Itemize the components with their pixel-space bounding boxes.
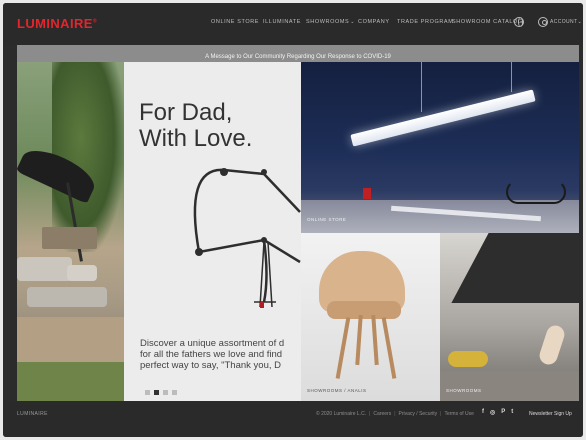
nav-company[interactable]: COMPANY (358, 19, 390, 25)
chair-leg (371, 314, 379, 366)
luminaire-logo[interactable]: LUMINAIRE® (17, 16, 97, 31)
patio-photo[interactable] (17, 62, 124, 401)
staircase-shape (451, 233, 579, 303)
logo-registered-mark: ® (92, 18, 97, 25)
chair-seat-shape (327, 301, 401, 319)
footer-legal: © 2020 Luminaire L.C. | Careers | Privac… (316, 411, 474, 417)
footer-link-privacy[interactable]: Privacy / Security (399, 411, 438, 417)
nav-showroom-catalog[interactable]: SHOWROOM CATALOG (452, 19, 523, 25)
nav-trade-program[interactable]: TRADE PROGRAM (397, 19, 453, 25)
chevron-down-icon: ⌄ (577, 19, 583, 25)
divider: | (369, 411, 371, 417)
hero-copy-line: Discover a unique assortment of d (140, 338, 285, 349)
nav-showrooms-label: SHOWROOMS (306, 19, 350, 25)
hero-slide[interactable]: For Dad, With Love. Discover a unique as… (124, 62, 301, 401)
pendant-wire (421, 62, 422, 112)
hero-title-line: For Dad, (139, 99, 233, 126)
carousel-dot-active[interactable] (154, 390, 159, 395)
hero-title: For Dad, With Love. (139, 100, 252, 152)
showrooms-tile[interactable]: SHOWROOMS (440, 233, 579, 401)
lawn-shape (17, 362, 124, 401)
bicycle-shape (506, 180, 566, 204)
chair-leg (335, 317, 351, 379)
chair-tile-label: SHOWROOMS / ANALIS (307, 388, 367, 393)
showrooms-tile-label: SHOWROOMS (446, 388, 482, 393)
nav-company-label: COMPANY (358, 19, 390, 25)
nav-online-store[interactable]: ONLINE STORE (211, 19, 259, 25)
nav-trade-program-label: TRADE PROGRAM (397, 19, 454, 25)
nav-showrooms[interactable]: SHOWROOMS⌄ (306, 19, 355, 25)
nav-online-store-label: ONLINE STORE (211, 19, 260, 25)
pinterest-icon[interactable]: P (501, 409, 505, 416)
hero-title-line: With Love. (139, 125, 253, 152)
chair-leg (381, 317, 397, 379)
online-store-label: ONLINE STORE (307, 217, 347, 222)
browser-frame: LUMINAIRE® ONLINE STORE ILLUMINATE SHOWR… (3, 3, 583, 437)
site-footer: LUMINAIRE © 2020 Luminaire L.C. | Career… (3, 401, 583, 437)
deck-shape (17, 317, 124, 362)
nav-illuminate[interactable]: ILLUMINATE (263, 19, 301, 25)
floor-shape (440, 371, 579, 401)
twitter-icon[interactable]: t (511, 409, 513, 416)
divider: | (394, 411, 396, 417)
hero-copy: Discover a unique assortment of d for al… (140, 338, 284, 371)
facebook-icon[interactable]: f (482, 409, 484, 416)
carousel-dot[interactable] (172, 390, 177, 395)
copyright-text: © 2020 Luminaire L.C. (316, 411, 367, 417)
pendant-lamp-shape (350, 89, 536, 147)
sofa-shape (448, 351, 488, 367)
carousel-dot[interactable] (145, 390, 150, 395)
chevron-down-icon: ⌄ (350, 19, 356, 25)
carousel-dot[interactable] (163, 390, 168, 395)
chair-leg (355, 314, 363, 366)
newsletter-signup-link[interactable]: Newsletter Sign Up (529, 411, 572, 417)
outdoor-lounger-shape (27, 287, 107, 307)
account-label: ACCOUNT (550, 19, 578, 25)
main-content: For Dad, With Love. Discover a unique as… (17, 62, 579, 401)
chair-tile[interactable]: SHOWROOMS / ANALIS (301, 233, 440, 401)
account-menu[interactable]: ACCOUNT ⌄ (538, 17, 582, 27)
pendant-wire (511, 62, 512, 92)
logo-text: LUMINAIRE (17, 16, 93, 31)
hero-copy-line: perfect way to say, "Thank you, D (140, 360, 282, 371)
hero-copy-line: for all the fathers we love and find (140, 349, 283, 360)
footer-link-careers[interactable]: Careers (373, 411, 391, 417)
user-icon (538, 17, 548, 27)
nav-showroom-catalog-label: SHOWROOM CATALOG (452, 19, 523, 25)
nav-illuminate-label: ILLUMINATE (263, 19, 301, 25)
carousel-dots (145, 390, 177, 395)
outdoor-sofa-shape (17, 257, 72, 281)
stone-wall-shape (42, 227, 97, 249)
red-object-shape (363, 188, 371, 199)
globe-icon[interactable] (514, 17, 524, 27)
covid-banner-text: A Message to Our Community Regarding Our… (205, 54, 391, 60)
footer-logo[interactable]: LUMINAIRE (17, 411, 48, 417)
footer-link-terms[interactable]: Terms of Use (444, 411, 473, 417)
covid-banner[interactable]: A Message to Our Community Regarding Our… (17, 45, 579, 62)
online-store-tile[interactable]: ONLINE STORE (301, 62, 579, 233)
cushion-shape (67, 265, 97, 281)
sculpture-shape (537, 323, 567, 367)
site-header: LUMINAIRE® ONLINE STORE ILLUMINATE SHOWR… (3, 3, 583, 45)
instagram-icon[interactable]: ◎ (490, 409, 495, 416)
social-links: f ◎ P t (482, 409, 513, 416)
divider: | (440, 411, 442, 417)
